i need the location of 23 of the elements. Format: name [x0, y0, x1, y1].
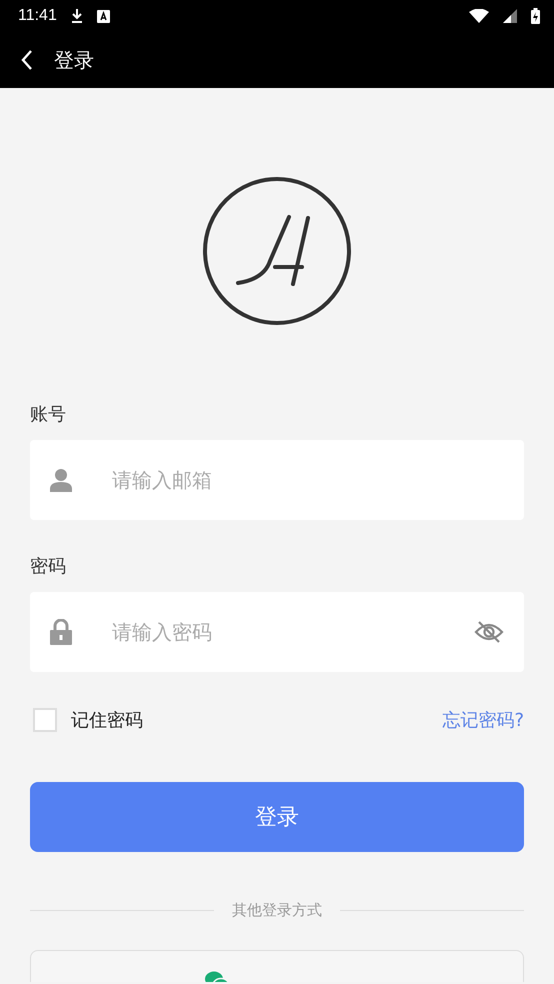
back-button[interactable] [20, 49, 34, 71]
battery-icon [531, 8, 540, 24]
account-field[interactable]: 请输入邮箱 [30, 440, 524, 520]
screen-title: 登录 [54, 46, 94, 74]
forgot-password-link[interactable]: 忘记密码? [442, 708, 524, 732]
keyboard-icon [96, 10, 110, 22]
lock-icon [50, 619, 72, 645]
wifi-icon [469, 9, 489, 23]
person-icon [50, 468, 72, 492]
text-input[interactable]: 请输入密码 [110, 592, 436, 672]
eye-hidden-icon[interactable] [474, 620, 504, 644]
divider-text: 其他登录方式 [232, 900, 322, 920]
field-label: 账号 [30, 403, 66, 426]
remember-label: 记住密码 [71, 709, 143, 732]
field-label: 密码 [30, 555, 66, 578]
clock: 11:41 [18, 7, 57, 25]
text-input[interactable]: 请输入邮箱 [110, 440, 504, 520]
password-field[interactable]: 请输入密码 [30, 592, 524, 672]
download-icon [70, 8, 83, 24]
remember-checkbox[interactable] [33, 708, 57, 732]
login-button[interactable]: 登录 [30, 782, 524, 852]
logo-icon [202, 176, 352, 326]
signal-icon [503, 9, 517, 23]
